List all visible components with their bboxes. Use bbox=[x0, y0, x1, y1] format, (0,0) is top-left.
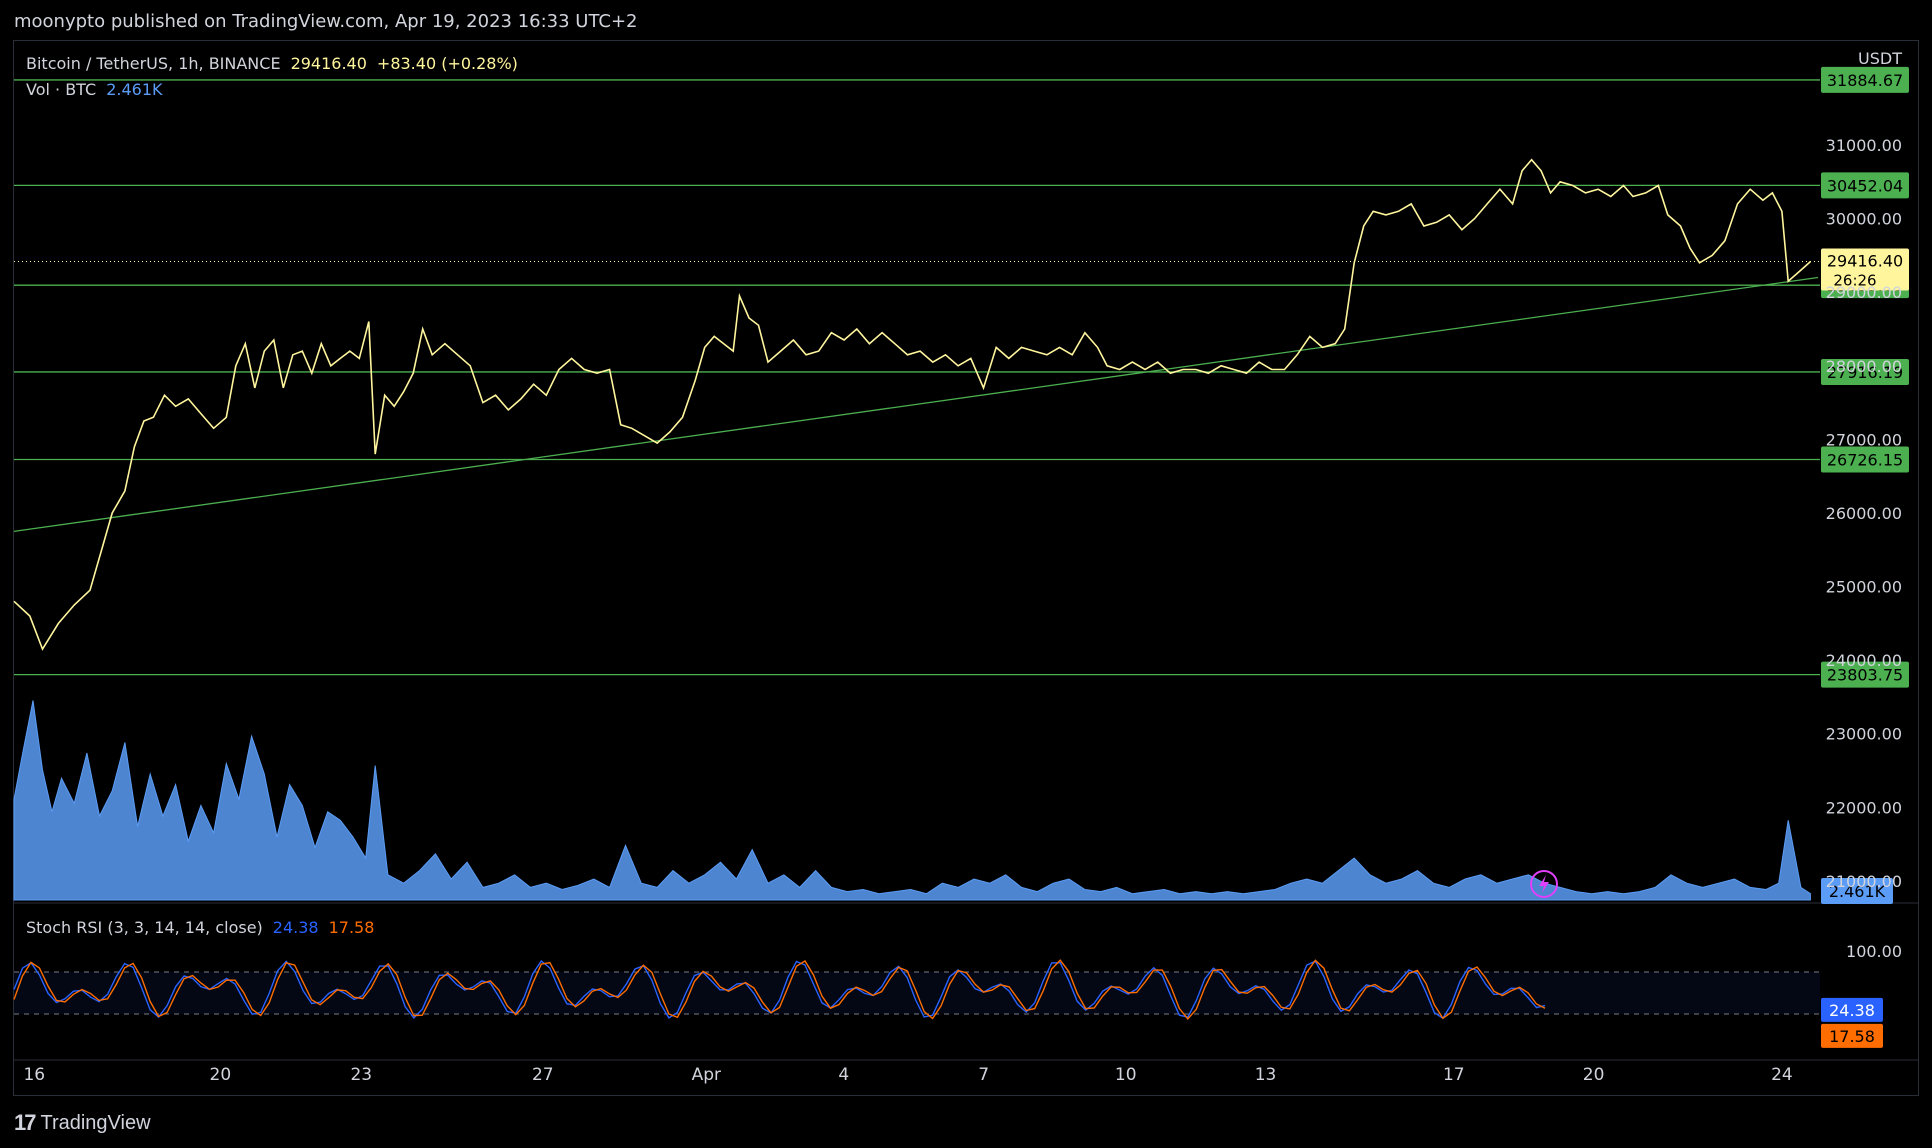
y-tick-label: 23000.00 bbox=[1826, 725, 1902, 744]
brand-name: TradingView bbox=[40, 1111, 151, 1134]
level-price-label: 26726.15 bbox=[1827, 451, 1903, 470]
y-tick-label: 29000.00 bbox=[1826, 283, 1902, 302]
x-tick-label: 20 bbox=[1583, 1065, 1605, 1085]
stoch-k-value: 24.38 bbox=[272, 918, 319, 937]
x-tick-label: 7 bbox=[978, 1065, 989, 1085]
change-value: +83.40 (+0.28%) bbox=[376, 54, 518, 73]
current-price-label: 29416.40 bbox=[1827, 252, 1903, 271]
y-tick-label: 25000.00 bbox=[1826, 578, 1902, 597]
stoch-upper-label: 100.00 bbox=[1846, 942, 1902, 961]
volume-series: 2.461K bbox=[13, 700, 1893, 904]
volume-label[interactable]: Vol · BTC bbox=[26, 80, 96, 99]
x-tick-label: 23 bbox=[350, 1065, 372, 1085]
stoch-legend: Stoch RSI (3, 3, 14, 14, close) 24.38 17.5… bbox=[26, 918, 384, 937]
y-tick-label: 27000.00 bbox=[1826, 430, 1902, 449]
y-tick-label: 24000.00 bbox=[1826, 651, 1902, 670]
level-price-label: 31884.67 bbox=[1827, 71, 1903, 90]
stoch-label[interactable]: Stoch RSI (3, 3, 14, 14, close) bbox=[26, 918, 263, 937]
stoch-d-badge-label: 17.58 bbox=[1829, 1027, 1875, 1046]
horizontal-levels: 31884.6730452.0429095.6827916.1926726.15… bbox=[13, 66, 1909, 688]
stoch-rsi-pane: 100.00 24.38 17.58 bbox=[13, 942, 1902, 1048]
y-tick-label: 26000.00 bbox=[1826, 504, 1902, 523]
x-tick-label: 4 bbox=[838, 1065, 849, 1085]
stoch-k-badge-label: 24.38 bbox=[1829, 1001, 1875, 1020]
currency-label: USDT bbox=[1858, 49, 1902, 68]
y-tick-label: 31000.00 bbox=[1826, 136, 1902, 155]
volume-value: 2.461K bbox=[106, 80, 163, 99]
x-tick-label: 16 bbox=[23, 1065, 45, 1085]
volume-area bbox=[13, 700, 1811, 901]
stoch-d-value: 17.58 bbox=[328, 918, 375, 937]
y-tick-label: 21000.00 bbox=[1826, 872, 1902, 891]
volume-legend: Vol · BTC 2.461K bbox=[26, 80, 172, 99]
trendline bbox=[13, 276, 1819, 533]
level-price-label: 30452.04 bbox=[1827, 176, 1903, 195]
price-value: 29416.40 bbox=[290, 54, 367, 73]
x-tick-label: 27 bbox=[532, 1065, 554, 1085]
x-tick-label: 10 bbox=[1115, 1065, 1137, 1085]
price-chart[interactable]: 31884.6730452.0429095.6827916.1926726.15… bbox=[0, 0, 1932, 1148]
x-tick-label: Apr bbox=[692, 1065, 721, 1085]
price-series: 29416.4026:26 bbox=[13, 158, 1909, 651]
tradingview-logo-icon: 17 bbox=[14, 1110, 37, 1135]
x-tick-label: 17 bbox=[1443, 1065, 1465, 1085]
y-tick-label: 30000.00 bbox=[1826, 210, 1902, 229]
symbol-label[interactable]: Bitcoin / TetherUS, 1h, BINANCE bbox=[26, 54, 281, 73]
y-tick-label: 28000.00 bbox=[1826, 357, 1902, 376]
symbol-legend: Bitcoin / TetherUS, 1h, BINANCE 29416.40 +… bbox=[26, 54, 528, 73]
x-tick-label: 13 bbox=[1255, 1065, 1277, 1085]
x-tick-label: 20 bbox=[210, 1065, 232, 1085]
y-tick-label: 22000.00 bbox=[1826, 798, 1902, 817]
tradingview-brand[interactable]: 17 TradingView bbox=[14, 1110, 151, 1136]
x-tick-label: 24 bbox=[1771, 1065, 1793, 1085]
